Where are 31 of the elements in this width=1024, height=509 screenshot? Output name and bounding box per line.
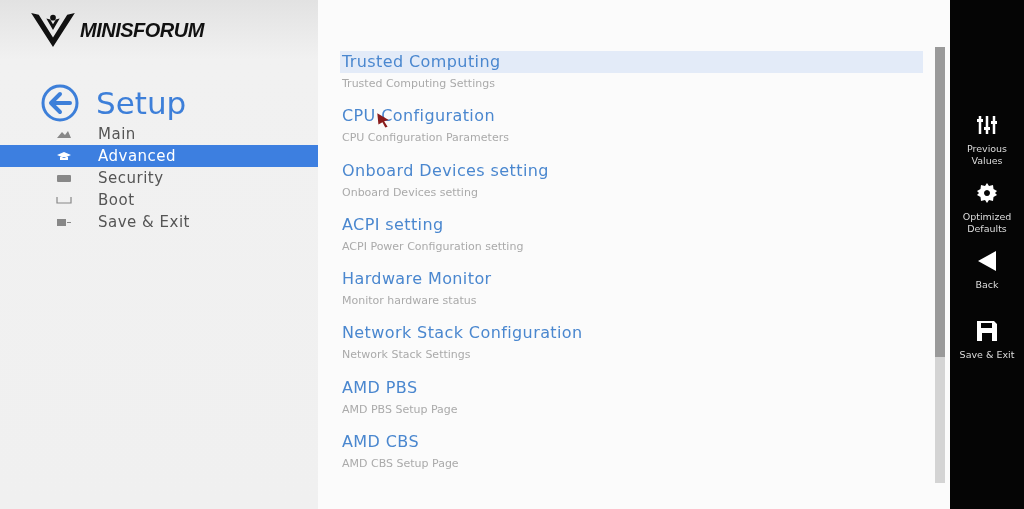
menu-item[interactable]: Network Stack Configuration [340,322,923,345]
menu-item[interactable]: AMD PBS [340,376,923,399]
action-button[interactable]: Save & Exit [954,319,1020,361]
menu-item-description: AMD PBS Setup Page [341,402,459,416]
action-button[interactable]: Back [954,249,1020,291]
action-button[interactable]: Previous Values [954,113,1020,167]
gear-icon [975,181,999,205]
menu-item[interactable]: Onboard Devices setting [340,159,923,182]
setup-title: Setup [96,85,187,121]
scrollbar[interactable] [935,47,945,483]
menu-item[interactable]: CPU Configuration [340,105,923,128]
menu-item[interactable]: Hardware Monitor [340,268,923,291]
brand-logo-text: MINISFORUM [80,18,204,42]
menu-item[interactable]: Trusted Computing [340,51,923,73]
action-button[interactable]: Optimized Defaults [954,181,1020,235]
menu-item[interactable]: AMD CBS [340,431,923,454]
nav-item[interactable]: Save & Exit [0,211,318,233]
menu-item[interactable]: ACPI setting [340,213,923,236]
sliders-icon [975,113,999,137]
menu-item-description: Network Stack Settings [341,348,472,362]
nav-item[interactable]: Boot [0,189,318,211]
menu-item-description: Trusted Computing Settings [341,77,496,90]
menu-item-description: Onboard Devices setting [341,185,479,199]
scrollbar-thumb[interactable] [935,47,945,357]
menu-item-description: AMD CBS Setup Page [341,457,460,471]
menu-item-description: ACPI Power Configuration setting [341,239,525,253]
menu-item-description: CPU Configuration Parameters [341,131,510,145]
nav-item[interactable]: Advanced [0,145,318,167]
nav-item[interactable]: Main [0,123,318,145]
menu-item-description: Monitor hardware status [341,294,478,308]
nav-item[interactable]: Security [0,167,318,189]
